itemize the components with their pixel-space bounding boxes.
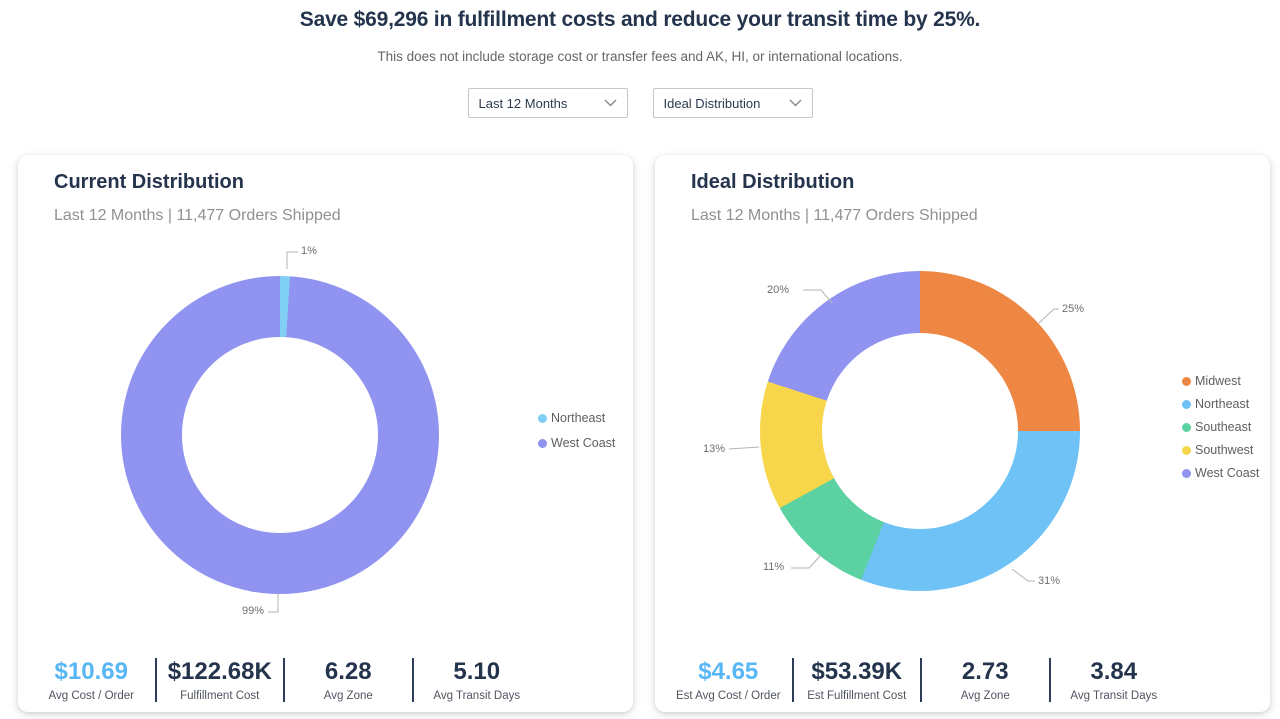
legend-label: Northeast <box>551 411 605 425</box>
slice-label-northeast: 1% <box>301 245 317 257</box>
legend-dot <box>538 439 547 448</box>
card-title: Current Distribution <box>54 171 244 194</box>
stats-row: $4.65 Est Avg Cost / Order $53.39K Est F… <box>665 657 1177 702</box>
legend-label: Northeast <box>1195 397 1249 411</box>
stat-label: Est Fulfillment Cost <box>794 690 921 702</box>
stat-label: Avg Zone <box>922 690 1049 702</box>
slice-label-southeast: 11% <box>763 561 784 573</box>
legend-dot <box>1182 469 1191 478</box>
stat-label: Est Avg Cost / Order <box>665 690 792 702</box>
slice-label-west-coast: 20% <box>767 284 789 296</box>
slice-label-west-coast: 99% <box>242 605 264 617</box>
stat-value: $53.39K <box>794 657 921 687</box>
legend-dot <box>1182 400 1191 409</box>
stat-value: 3.84 <box>1051 657 1178 687</box>
legend-label: West Coast <box>1195 466 1259 480</box>
donut-hole <box>182 337 378 533</box>
stat-label: Avg Transit Days <box>1051 690 1178 702</box>
legend-item-west-coast[interactable]: West Coast <box>1182 466 1259 480</box>
legend-item-west-coast[interactable]: West Coast <box>538 436 615 450</box>
time-range-dropdown[interactable]: Last 12 Months <box>468 88 628 118</box>
legend-label: Southwest <box>1195 443 1253 457</box>
stat-avg-transit-days: 3.84 Avg Transit Days <box>1051 657 1178 702</box>
time-range-value: Last 12 Months <box>479 96 568 111</box>
legend-current: Northeast West Coast <box>538 411 615 450</box>
stat-avg-cost-order: $10.69 Avg Cost / Order <box>28 657 155 702</box>
legend-label: Midwest <box>1195 374 1241 388</box>
page-subtitle: This does not include storage cost or tr… <box>0 49 1280 64</box>
legend-label: West Coast <box>551 436 615 450</box>
slice-label-southwest: 13% <box>703 443 725 455</box>
stat-avg-zone: 2.73 Avg Zone <box>922 657 1049 702</box>
donut-chart-ideal[interactable] <box>760 271 1080 591</box>
legend-item-northeast[interactable]: Northeast <box>538 411 615 425</box>
slice-label-midwest: 25% <box>1062 303 1084 315</box>
card-subtitle: Last 12 Months | 11,477 Orders Shipped <box>54 207 341 225</box>
donut-chart-current[interactable] <box>121 276 439 594</box>
legend-item-southeast[interactable]: Southeast <box>1182 420 1259 434</box>
stat-label: Avg Zone <box>285 690 412 702</box>
fulfillment-dashboard: Save $69,296 in fulfillment costs and re… <box>0 0 1280 719</box>
filter-controls: Last 12 Months Ideal Distribution <box>0 88 1280 118</box>
legend-label: Southeast <box>1195 420 1251 434</box>
stat-est-avg-cost-order: $4.65 Est Avg Cost / Order <box>665 657 792 702</box>
stat-fulfillment-cost: $122.68K Fulfillment Cost <box>157 657 284 702</box>
stats-row: $10.69 Avg Cost / Order $122.68K Fulfill… <box>28 657 540 702</box>
stat-avg-transit-days: 5.10 Avg Transit Days <box>414 657 541 702</box>
card-current-distribution: Current Distribution Last 12 Months | 11… <box>18 155 633 712</box>
legend-item-southwest[interactable]: Southwest <box>1182 443 1259 457</box>
legend-dot <box>1182 446 1191 455</box>
stat-label: Avg Transit Days <box>414 690 541 702</box>
page-title: Save $69,296 in fulfillment costs and re… <box>0 8 1280 32</box>
stat-avg-zone: 6.28 Avg Zone <box>285 657 412 702</box>
legend-ideal: Midwest Northeast Southeast Southwest We… <box>1182 374 1259 480</box>
stat-value: $10.69 <box>28 657 155 687</box>
card-ideal-distribution: Ideal Distribution Last 12 Months | 11,4… <box>655 155 1270 712</box>
card-subtitle: Last 12 Months | 11,477 Orders Shipped <box>691 207 978 225</box>
stat-label: Fulfillment Cost <box>157 690 284 702</box>
stat-value: 2.73 <box>922 657 1049 687</box>
chevron-down-icon <box>789 99 802 107</box>
legend-item-northeast[interactable]: Northeast <box>1182 397 1259 411</box>
legend-dot <box>1182 423 1191 432</box>
stat-value: 5.10 <box>414 657 541 687</box>
legend-dot <box>538 414 547 423</box>
legend-dot <box>1182 377 1191 386</box>
distribution-value: Ideal Distribution <box>664 96 761 111</box>
slice-label-northeast: 31% <box>1038 575 1060 587</box>
chevron-down-icon <box>604 99 617 107</box>
stat-value: $4.65 <box>665 657 792 687</box>
card-title: Ideal Distribution <box>691 171 854 194</box>
distribution-dropdown[interactable]: Ideal Distribution <box>653 88 813 118</box>
stat-label: Avg Cost / Order <box>28 690 155 702</box>
stat-value: $122.68K <box>157 657 284 687</box>
stat-value: 6.28 <box>285 657 412 687</box>
donut-hole <box>822 333 1018 529</box>
stat-est-fulfillment-cost: $53.39K Est Fulfillment Cost <box>794 657 921 702</box>
legend-item-midwest[interactable]: Midwest <box>1182 374 1259 388</box>
